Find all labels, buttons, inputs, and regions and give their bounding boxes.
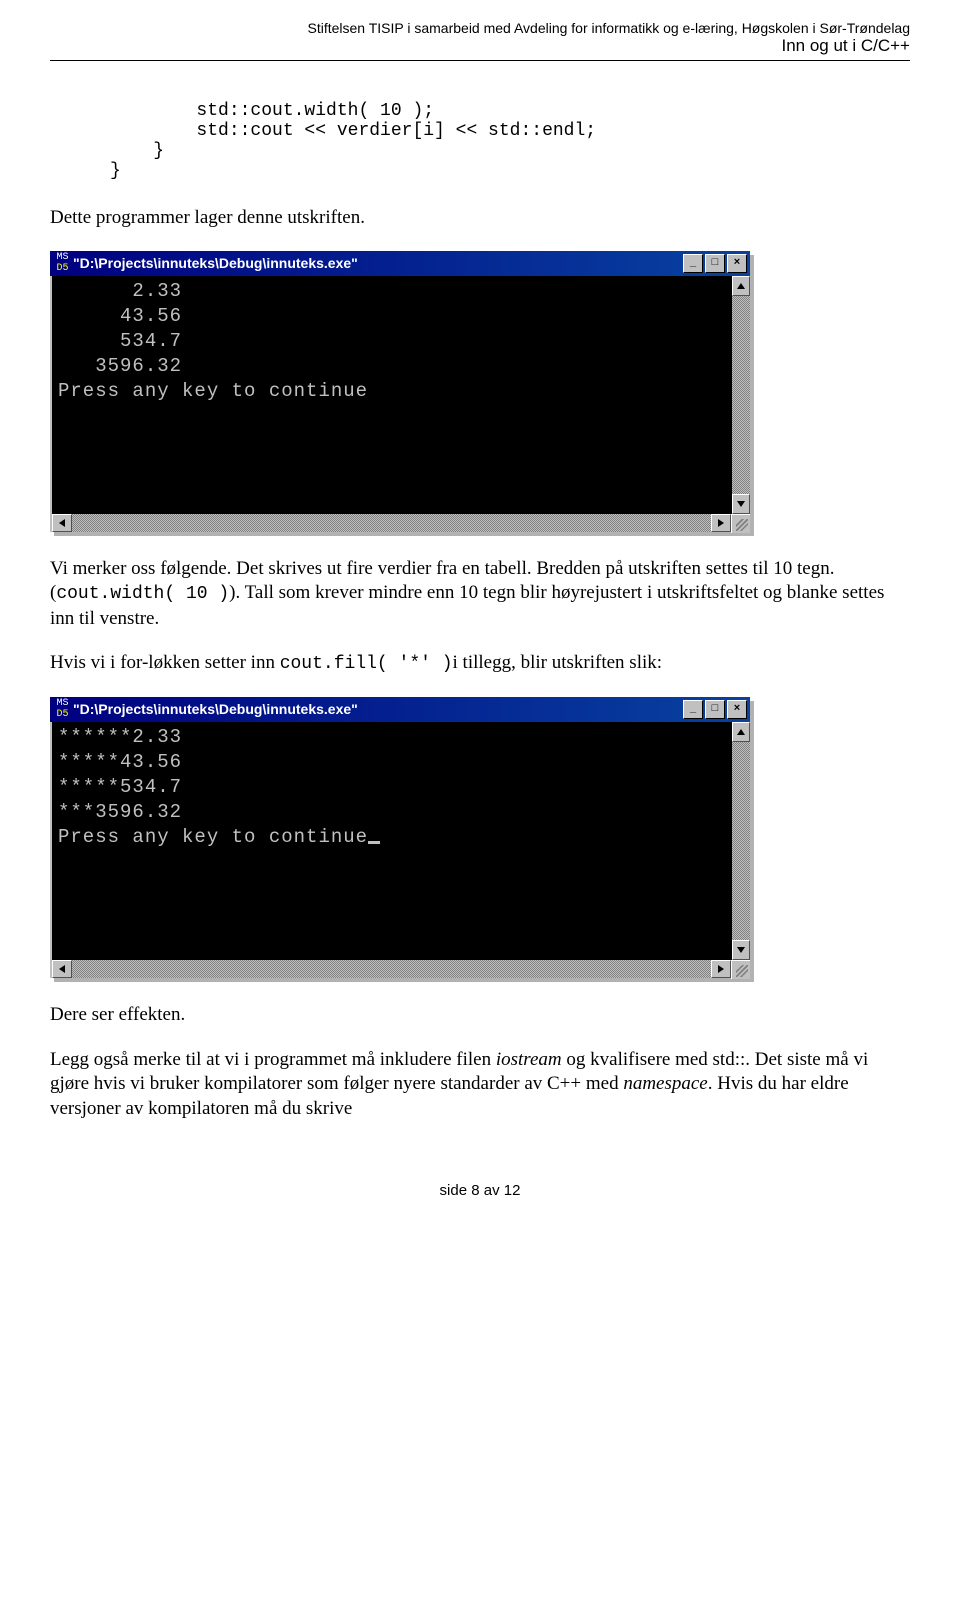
console-output: 2.33 43.56 534.7 3596.32 Press any key t… [50,276,732,514]
text: i tillegg, blir utskriften slik: [453,652,663,673]
resize-grip-icon[interactable] [731,514,750,533]
horizontal-scrollbar[interactable] [50,514,731,532]
scroll-left-icon[interactable] [52,514,72,532]
paragraph-4: Dere ser effekten. [50,1003,910,1028]
italic-text: iostream [496,1049,562,1070]
scroll-up-icon[interactable] [732,722,750,742]
scroll-down-icon[interactable] [732,494,750,514]
console-output: ******2.33 *****43.56 *****534.7 ***3596… [50,722,732,960]
resize-grip-icon[interactable] [731,960,750,979]
minimize-button[interactable]: _ [683,254,703,273]
msdos-icon: MSD5 [50,697,73,722]
maximize-button[interactable]: □ [705,700,725,719]
paragraph-2: Vi merker oss følgende. Det skrives ut f… [50,557,910,632]
text: Legg også merke til at vi i programmet m… [50,1049,496,1070]
horizontal-scrollbar[interactable] [50,960,731,978]
titlebar: MSD5 "D:\Projects\innuteks\Debug\innutek… [50,251,750,276]
header-divider [50,60,910,61]
scroll-down-icon[interactable] [732,940,750,960]
console-window-1: MSD5 "D:\Projects\innuteks\Debug\innutek… [50,251,750,532]
scroll-track-h[interactable] [72,960,711,978]
console-window-2: MSD5 "D:\Projects\innuteks\Debug\innutek… [50,697,750,978]
paragraph-1: Dette programmer lager denne utskriften. [50,206,910,231]
maximize-button[interactable]: □ [705,254,725,273]
close-button[interactable]: × [727,700,747,719]
scroll-up-icon[interactable] [732,276,750,296]
page-number: side 8 av 12 [50,1182,910,1199]
scroll-track[interactable] [732,296,750,494]
header-org: Stiftelsen TISIP i samarbeid med Avdelin… [50,20,910,36]
code-snippet: std::cout.width( 10 ); std::cout << verd… [50,101,910,181]
scroll-right-icon[interactable] [711,514,731,532]
header-title: Inn og ut i C/C++ [50,36,910,56]
scroll-right-icon[interactable] [711,960,731,978]
text: Hvis vi i for-løkken setter inn [50,652,280,673]
paragraph-3: Hvis vi i for-løkken setter inn cout.fil… [50,651,910,676]
vertical-scrollbar[interactable] [732,276,750,514]
titlebar: MSD5 "D:\Projects\innuteks\Debug\innutek… [50,697,750,722]
inline-code: cout.width( 10 ) [56,584,229,604]
window-title: "D:\Projects\innuteks\Debug\innuteks.exe… [73,697,683,722]
close-button[interactable]: × [727,254,747,273]
text-cursor [368,841,380,844]
minimize-button[interactable]: _ [683,700,703,719]
italic-text: namespace [623,1073,707,1094]
vertical-scrollbar[interactable] [732,722,750,960]
window-title: "D:\Projects\innuteks\Debug\innuteks.exe… [73,251,683,276]
scroll-left-icon[interactable] [52,960,72,978]
paragraph-5: Legg også merke til at vi i programmet m… [50,1048,910,1122]
msdos-icon: MSD5 [50,251,73,276]
scroll-track[interactable] [732,742,750,940]
scroll-track-h[interactable] [72,514,711,532]
inline-code: cout.fill( '*' ) [280,654,453,674]
